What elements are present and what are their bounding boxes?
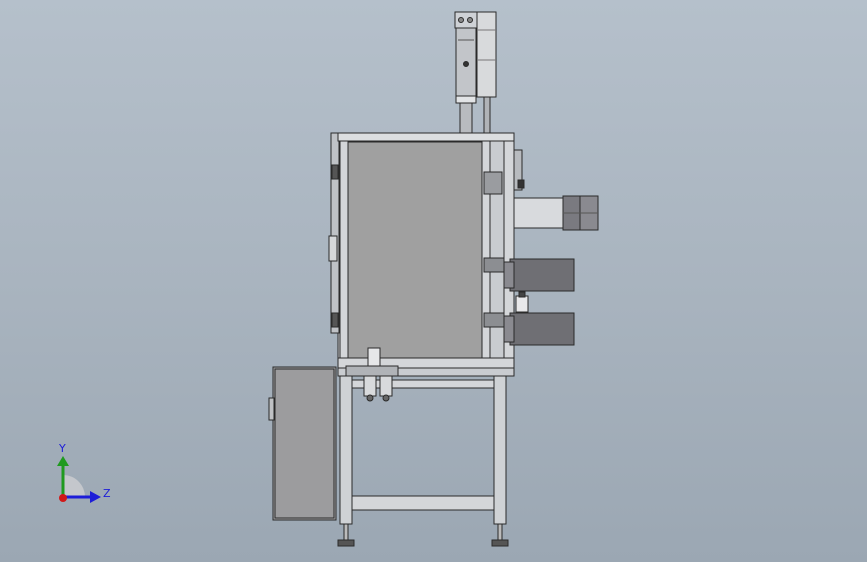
lower-module-front [503,315,515,343]
right-cylinder-rod [483,96,491,136]
right-side-knob[interactable] [517,179,525,189]
cylinder-port-icon-2 [467,17,473,23]
hinge-top [331,164,339,180]
coordinate-triad: Y Z [57,442,111,503]
left-cylinder-clamp [455,95,477,104]
door-handle[interactable] [328,235,338,262]
low-bracket [483,312,505,328]
hinge-bottom [331,312,339,328]
frl-drain-icon [366,394,374,402]
frl-bowl-1 [363,375,377,397]
upper-module-body [513,197,565,229]
y-axis-arrow-icon [57,456,69,466]
left-foot-stem [343,523,349,543]
middle-module-front [503,261,515,289]
mid-bracket [483,257,505,273]
top-rail [337,132,515,142]
frl-gauge [367,347,381,367]
side-modules [503,195,599,346]
sensor-bottle [515,295,529,313]
base-right-leg [493,375,507,525]
electrical-cabinet [268,366,337,521]
top-cylinder-assembly [454,11,497,136]
x-axis-point-icon [59,494,67,502]
cylinder-fitting-icon [463,61,469,67]
frl-drain-icon-2 [382,394,390,402]
door-hinge-strip [330,132,340,334]
left-foot-pad [337,539,355,547]
right-foot-pad [491,539,509,547]
main-cabinet [328,132,525,369]
cad-viewport[interactable]: Y Z [0,0,867,562]
upper-bracket [483,171,503,195]
frl-bowl-2 [379,375,393,397]
base-lower-beam [351,495,495,511]
middle-module [509,258,575,292]
right-cylinder-body [476,11,497,98]
electrical-box-door [274,368,335,519]
y-axis-label: Y [58,442,66,455]
base-left-leg [339,375,353,525]
electrical-box-latch[interactable] [268,397,275,421]
frl-manifold [345,365,399,377]
cabinet-panel [347,141,483,359]
z-axis-arrow-icon [90,491,101,503]
z-axis-label: Z [103,487,111,500]
triad-plane-icon [63,475,85,497]
left-cylinder-rod [459,102,473,136]
center-profile [481,134,491,368]
cylinder-port-icon [458,17,464,23]
right-foot-stem [497,523,503,543]
sensor-bottle-cap [518,291,526,298]
lower-module [509,312,575,346]
left-profile [339,134,349,368]
